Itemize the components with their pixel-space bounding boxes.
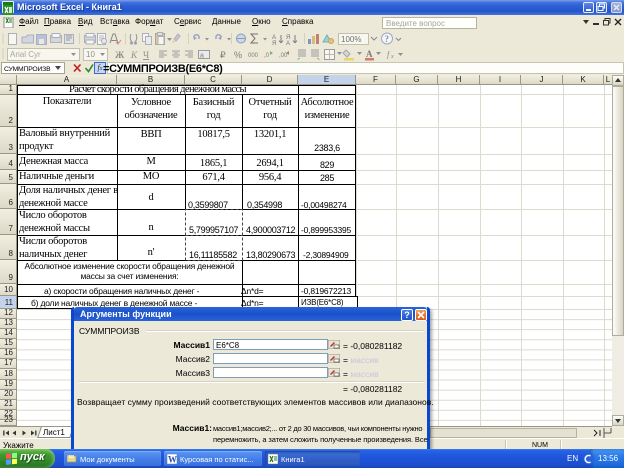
svg-text:000: 000 xyxy=(248,53,259,59)
svg-text:x: x xyxy=(390,54,394,60)
svg-text:Arial Cyr: Arial Cyr xyxy=(10,50,41,59)
svg-text:Ч: Ч xyxy=(143,51,149,61)
svg-text:?: ? xyxy=(385,34,390,44)
svg-text:100%: 100% xyxy=(341,35,361,44)
svg-text:%: % xyxy=(234,50,242,60)
svg-text:a: a xyxy=(200,53,204,60)
svg-text:К: К xyxy=(130,51,138,61)
svg-text:Ж: Ж xyxy=(115,51,125,61)
svg-text:,00: ,00 xyxy=(279,53,288,59)
svg-text:W: W xyxy=(168,455,177,465)
svg-text:₽: ₽ xyxy=(220,50,226,60)
svg-text:,0: ,0 xyxy=(264,53,270,59)
svg-text:A: A xyxy=(366,49,373,59)
svg-text:10: 10 xyxy=(86,50,95,59)
